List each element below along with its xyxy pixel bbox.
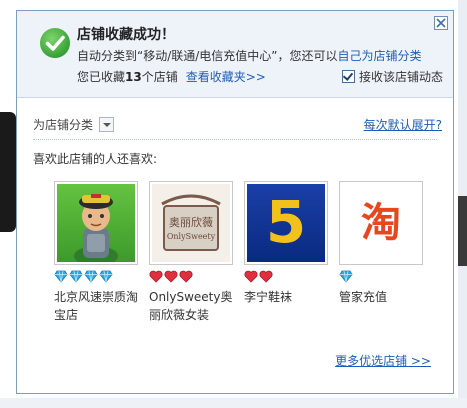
shop-rating bbox=[244, 270, 330, 284]
shop-rating bbox=[339, 270, 425, 284]
subscribe-label: 接收该店铺动态 bbox=[358, 70, 443, 84]
red-heart-icon bbox=[259, 270, 273, 283]
shop-thumbnail[interactable] bbox=[54, 181, 138, 265]
shop-thumbnail[interactable]: 奥丽欣薇 OnlySweety bbox=[149, 181, 233, 265]
favorites-count-suffix: 个店铺 bbox=[141, 70, 178, 84]
shop-rating bbox=[149, 270, 235, 284]
shop-name-link[interactable]: OnlySweety奥丽欣薇女装 bbox=[149, 288, 235, 324]
shop-image bbox=[57, 184, 135, 262]
shop4-logo-glyph: 淘 bbox=[361, 200, 401, 246]
subscribe-checkbox-row[interactable]: 接收该店铺动态 bbox=[341, 68, 443, 85]
shop-card-3[interactable]: 5 李宁鞋袜 bbox=[244, 181, 330, 306]
blue-diamond-icon bbox=[84, 270, 98, 283]
shop-image: 淘 bbox=[342, 184, 420, 262]
shop-name-link[interactable]: 李宁鞋袜 bbox=[244, 288, 330, 306]
red-heart-icon bbox=[164, 270, 178, 283]
shop-name-link[interactable]: 北京风速崇质淘宝店 bbox=[54, 288, 140, 324]
favorites-count: 13 bbox=[125, 70, 142, 84]
success-check-icon bbox=[40, 28, 70, 58]
view-favorites-link[interactable]: 查看收藏夹>> bbox=[186, 70, 266, 84]
shop-name-link[interactable]: 管家充值 bbox=[339, 288, 425, 306]
shop-rating bbox=[54, 270, 140, 284]
default-expand-link[interactable]: 每次默认展开? bbox=[364, 116, 442, 133]
dialog-header: 店铺收藏成功！ 自动分类到“移动/联通/电信充值中心”，您还可以自己为店铺分类 … bbox=[17, 11, 453, 98]
background-bottom bbox=[0, 398, 467, 408]
more-shops-link[interactable]: 更多优选店铺 >> bbox=[335, 352, 431, 369]
favorites-count-prefix: 您已收藏 bbox=[77, 70, 126, 84]
shop-image: 奥丽欣薇 OnlySweety bbox=[152, 184, 230, 262]
shop-image: 5 bbox=[247, 184, 325, 262]
category-info: 自动分类到“移动/联通/电信充值中心”，您还可以自己为店铺分类 bbox=[77, 47, 422, 64]
divider bbox=[33, 139, 437, 140]
red-heart-icon bbox=[149, 270, 163, 283]
category-label: 为店铺分类 bbox=[33, 118, 94, 132]
dialog-title: 店铺收藏成功！ bbox=[77, 27, 175, 43]
red-heart-icon bbox=[179, 270, 193, 283]
shop3-logo-glyph: 5 bbox=[265, 188, 307, 256]
close-icon bbox=[436, 18, 446, 28]
self-categorize-link[interactable]: 自己为店铺分类 bbox=[338, 49, 422, 63]
shop-card-2[interactable]: 奥丽欣薇 OnlySweety OnlySweety奥丽欣薇女装 bbox=[149, 181, 235, 324]
category-dropdown[interactable] bbox=[99, 117, 114, 132]
shop-thumbnail[interactable]: 淘 bbox=[339, 181, 423, 265]
also-like-label: 喜欢此店铺的人还喜欢: bbox=[33, 152, 158, 166]
blue-diamond-icon bbox=[99, 270, 113, 283]
subscribe-checkbox[interactable] bbox=[341, 70, 355, 83]
shop-thumbnail[interactable]: 5 bbox=[244, 181, 328, 265]
shop2-logo-text-top: 奥丽欣薇 bbox=[169, 216, 213, 229]
shop2-logo-text-bottom: OnlySweety bbox=[166, 232, 216, 241]
blue-diamond-icon bbox=[54, 270, 68, 283]
favorites-count-info: 您已收藏13个店铺 查看收藏夹>> bbox=[77, 68, 266, 85]
shop-card-1[interactable]: 北京风速崇质淘宝店 bbox=[54, 181, 140, 324]
background-figure bbox=[0, 112, 16, 232]
red-heart-icon bbox=[244, 270, 258, 283]
blue-diamond-icon bbox=[69, 270, 83, 283]
background-right-image bbox=[458, 196, 467, 266]
blue-diamond-icon bbox=[339, 270, 353, 283]
favorite-success-dialog: 店铺收藏成功！ 自动分类到“移动/联通/电信充值中心”，您还可以自己为店铺分类 … bbox=[16, 10, 454, 394]
close-button[interactable] bbox=[434, 16, 448, 30]
shop-card-4[interactable]: 淘 管家充值 bbox=[339, 181, 425, 306]
category-info-text: 自动分类到“移动/联通/电信充值中心”，您还可以 bbox=[77, 49, 338, 63]
